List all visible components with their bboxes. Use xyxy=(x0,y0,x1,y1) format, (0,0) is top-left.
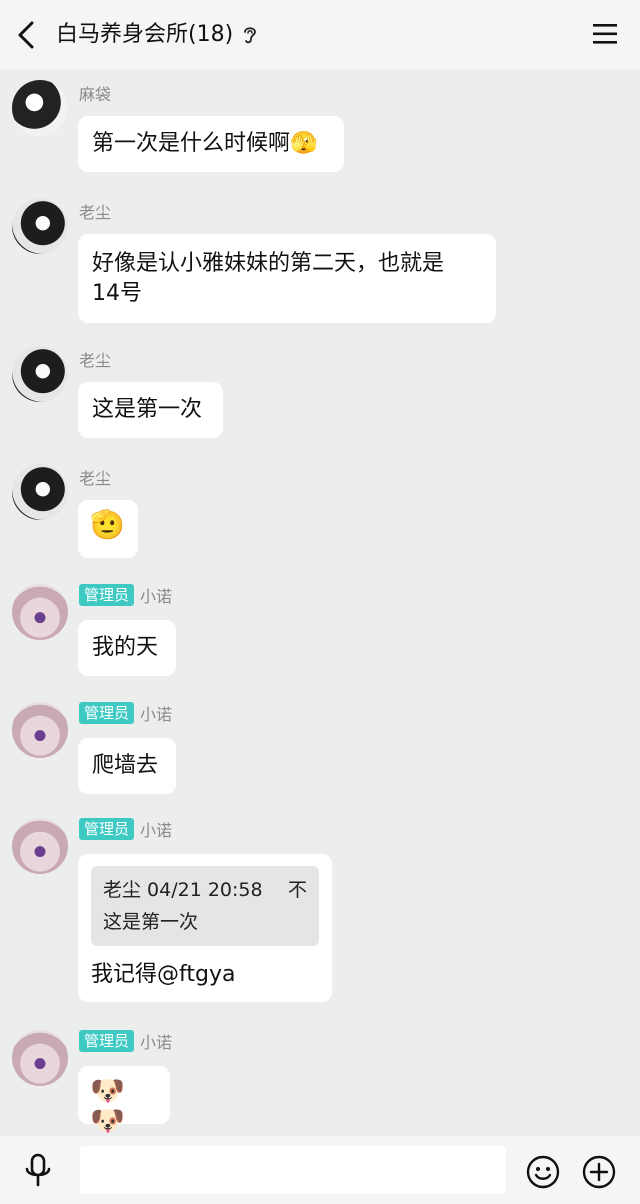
message-text-line: 14号 xyxy=(92,281,142,306)
quoted-message[interactable]: 老尘 04/21 20:58 不 这是第一次 xyxy=(91,866,319,946)
chat-message-list[interactable]: 麻袋 第一次是什么时候啊🫣 老尘 好像是认小雅妹妹的第二天，也就是 14号 老尘… xyxy=(0,70,640,1136)
menu-button[interactable] xyxy=(592,22,618,46)
message-bubble[interactable]: 🐶🐶 xyxy=(78,1066,170,1136)
chevron-left-icon xyxy=(18,21,34,49)
message-text-line: 好像是认小雅妹妹的第二天，也就是 xyxy=(92,251,445,276)
composer-bar xyxy=(0,1136,640,1204)
microphone-icon xyxy=(25,1153,51,1187)
message-input[interactable] xyxy=(80,1146,506,1194)
sender-name: 小诺 xyxy=(140,821,173,840)
more-button[interactable] xyxy=(582,1155,616,1189)
smiley-icon xyxy=(526,1155,560,1189)
admin-badge: 管理员 xyxy=(79,702,135,724)
avatar[interactable] xyxy=(12,702,68,758)
chat-title: 白马养身会所(18) xyxy=(56,22,234,47)
sender-name: 老尘 xyxy=(79,351,112,370)
sender-name: 小诺 xyxy=(140,705,173,724)
dog-emoji: 🐶🐶 xyxy=(90,1074,125,1136)
avatar[interactable] xyxy=(12,818,68,874)
hamburger-menu-icon xyxy=(593,24,617,44)
quote-mark: 不 xyxy=(287,879,307,901)
message-bubble[interactable]: 爬墙去 xyxy=(78,738,176,794)
ear-icon[interactable] xyxy=(241,24,259,46)
admin-badge: 管理员 xyxy=(79,1030,135,1052)
message-bubble[interactable]: 第一次是什么时候啊🫣 xyxy=(78,116,344,172)
message-bubble[interactable]: 这是第一次 xyxy=(78,382,223,438)
salute-emoji: 🫡 xyxy=(90,508,125,541)
message-text: 这是第一次 xyxy=(92,397,203,422)
sender-name: 老尘 xyxy=(79,203,112,222)
sender-name: 老尘 xyxy=(79,469,112,488)
avatar[interactable] xyxy=(12,346,68,402)
avatar[interactable] xyxy=(12,584,68,640)
plus-circle-icon xyxy=(582,1155,616,1189)
avatar[interactable] xyxy=(12,1030,68,1086)
message-bubble[interactable]: 我的天 xyxy=(78,620,176,676)
message-bubble[interactable]: 🫡 xyxy=(78,500,138,558)
avatar[interactable] xyxy=(12,80,68,136)
sender-name: 小诺 xyxy=(140,1033,173,1052)
voice-button[interactable] xyxy=(22,1153,54,1189)
admin-badge: 管理员 xyxy=(79,584,135,606)
message-text: 我的天 xyxy=(92,635,159,660)
message-text: 爬墙去 xyxy=(92,753,159,778)
top-bar: 白马养身会所(18) xyxy=(0,0,640,70)
avatar[interactable] xyxy=(12,198,68,254)
quote-header: 老尘 04/21 20:58 xyxy=(103,879,263,901)
quote-text: 这是第一次 xyxy=(103,911,199,933)
back-button[interactable] xyxy=(14,20,42,50)
admin-badge: 管理员 xyxy=(79,818,135,840)
sender-name: 小诺 xyxy=(140,587,173,606)
message-bubble[interactable]: 老尘 04/21 20:58 不 这是第一次 我记得@ftgya xyxy=(78,854,332,1002)
message-text: 第一次是什么时候啊🫣 xyxy=(92,131,318,156)
chat-title-container[interactable]: 白马养身会所(18) xyxy=(56,20,259,50)
sender-name: 麻袋 xyxy=(79,85,112,104)
message-bubble[interactable]: 好像是认小雅妹妹的第二天，也就是 14号 xyxy=(78,234,496,323)
avatar[interactable] xyxy=(12,464,68,520)
message-text: 我记得@ftgya xyxy=(91,962,236,987)
emoji-button[interactable] xyxy=(526,1155,560,1189)
